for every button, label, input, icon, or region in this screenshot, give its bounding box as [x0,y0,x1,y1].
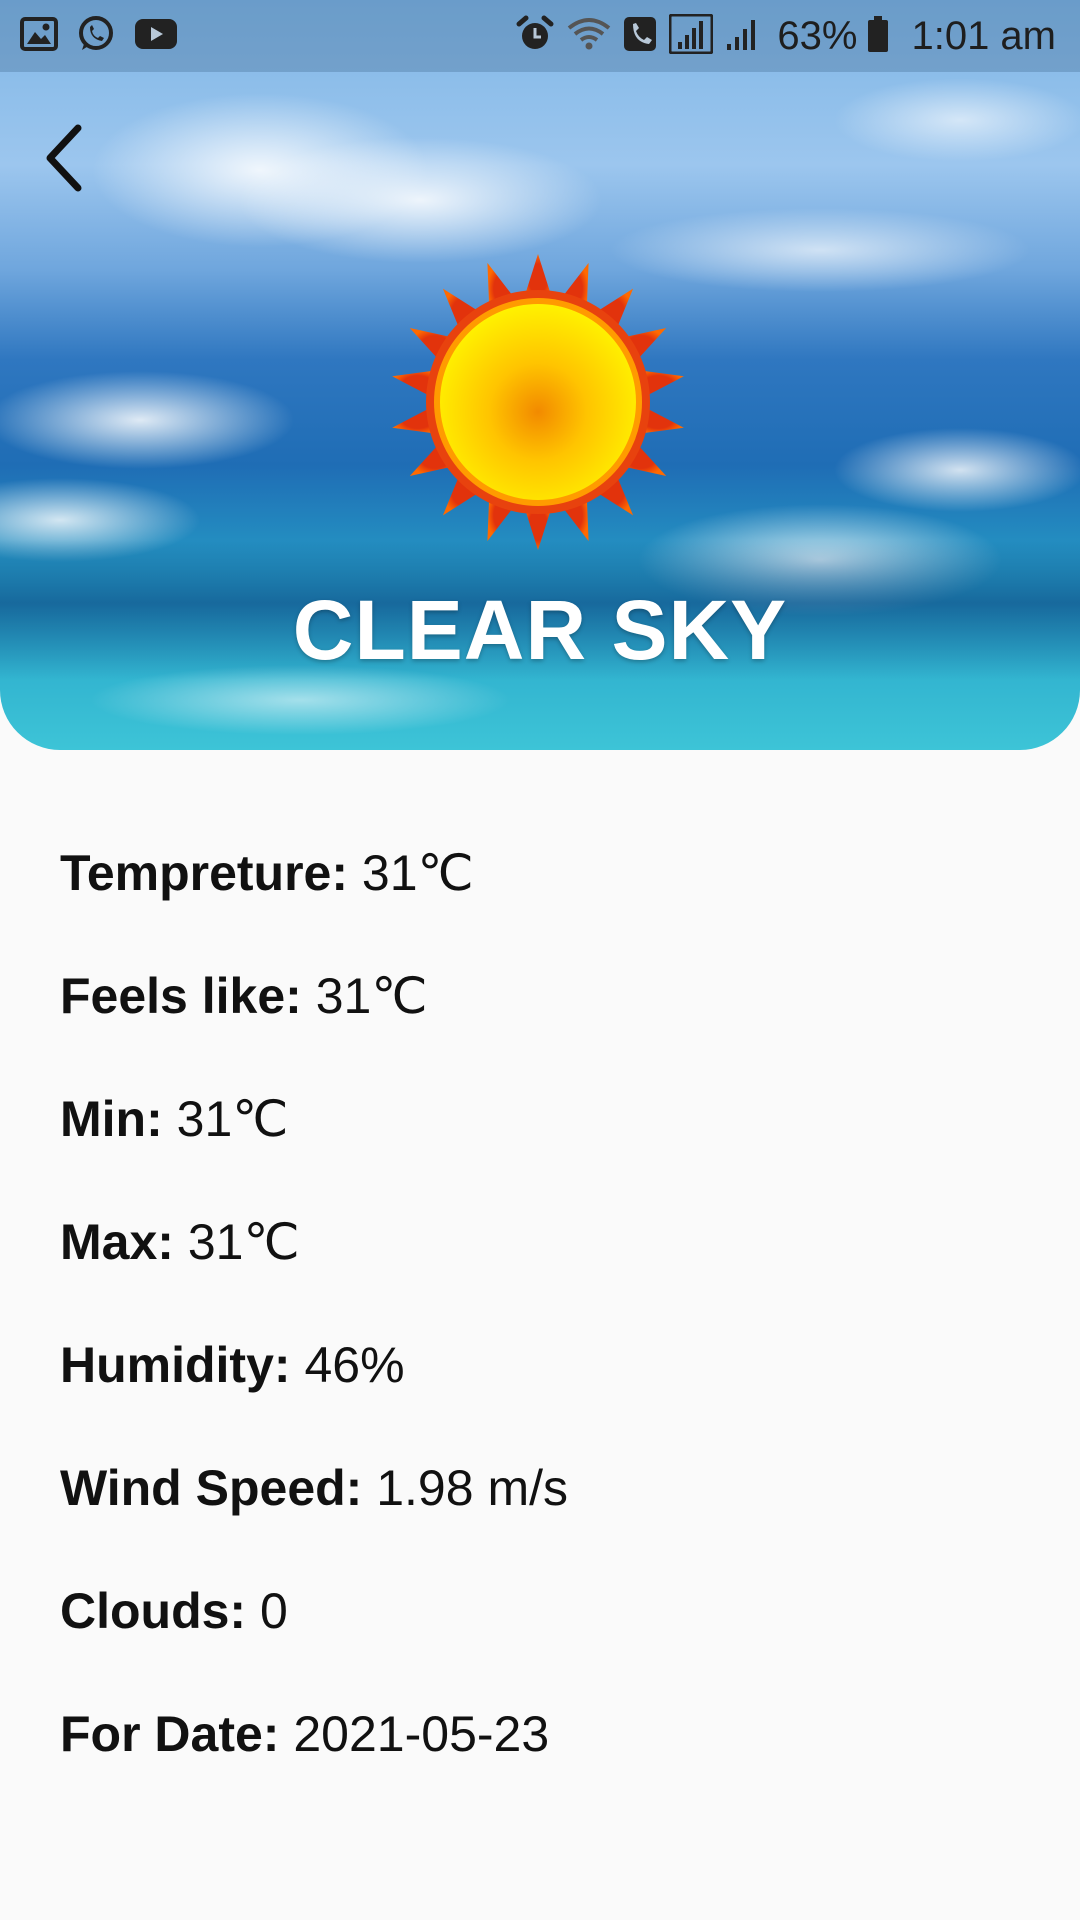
signal-sim1-icon [668,13,714,59]
wifi-icon [567,16,611,57]
detail-value: 1.98 m/s [376,1460,568,1516]
detail-max: Max: 31℃ [60,1207,1020,1330]
detail-value: 31℃ [315,968,428,1024]
detail-clouds: Clouds: 0 [60,1576,1020,1699]
battery-percentage: 63% [777,13,858,58]
status-bar-left [0,14,196,59]
detail-label: Tempreture: [60,845,349,901]
detail-for-date: For Date: 2021-05-23 [60,1699,1020,1822]
detail-label: For Date: [60,1706,280,1762]
detail-feels-like: Feels like: 31℃ [60,961,1020,1084]
status-bar: 63% 1:01 am [0,0,1080,72]
gallery-icon [20,16,58,56]
clock: 1:01 am [911,13,1056,58]
detail-label: Min: [60,1091,163,1147]
detail-value: 31℃ [187,1214,300,1270]
detail-wind-speed: Wind Speed: 1.98 m/s [60,1453,1020,1576]
whatsapp-icon [76,14,116,59]
weather-details-list: Tempreture: 31℃ Feels like: 31℃ Min: 31℃… [60,838,1020,1822]
youtube-icon [134,18,178,55]
detail-temperature: Tempreture: 31℃ [60,838,1020,961]
detail-value: 2021-05-23 [293,1706,550,1762]
weather-condition-title: CLEAR SKY [292,583,788,677]
weather-detail-screen: 63% 1:01 am CLEAR SKY Tempreture: 31℃ Fe… [0,0,1080,1920]
wifi-calling-icon [623,16,657,57]
battery-icon [867,15,889,58]
sun-icon [388,252,688,552]
status-bar-right: 63% 1:01 am [515,13,1080,59]
detail-value: 31℃ [361,845,474,901]
detail-label: Clouds: [60,1583,247,1639]
detail-value: 0 [260,1583,288,1639]
alarm-icon [515,14,555,59]
chevron-left-icon [46,124,82,192]
detail-min: Min: 31℃ [60,1084,1020,1207]
back-button[interactable] [36,118,96,198]
detail-label: Feels like: [60,968,302,1024]
detail-humidity: Humidity: 46% [60,1330,1020,1453]
detail-value: 46% [304,1337,405,1393]
signal-sim2-icon [725,16,761,57]
detail-value: 31℃ [176,1091,289,1147]
detail-label: Max: [60,1214,174,1270]
detail-label: Wind Speed: [60,1460,363,1516]
detail-label: Humidity: [60,1337,291,1393]
